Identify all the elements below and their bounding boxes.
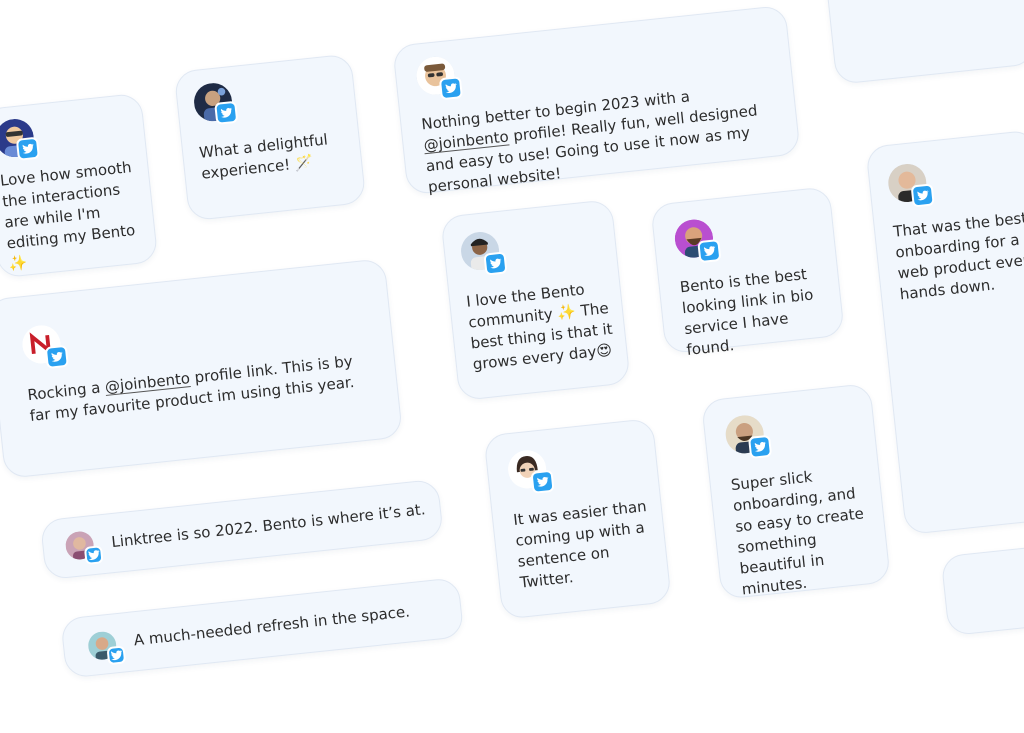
twitter-icon — [83, 545, 104, 565]
twitter-icon — [697, 238, 722, 264]
testimonial-card[interactable]: I love the Bento community ✨ The best th… — [440, 199, 631, 401]
twitter-icon — [15, 136, 40, 161]
testimonial-card[interactable]: Super slick onboarding, and so easy to c… — [700, 382, 891, 600]
testimonial-text: What a delightful experience! 🪄 — [198, 130, 329, 183]
testimonial-text: A much-needed refresh in the space. — [132, 602, 411, 650]
testimonial-card[interactable]: Nothing better to begin 2023 with a @joi… — [392, 4, 801, 197]
twitter-icon — [438, 76, 463, 101]
testimonial-text: It was easier than coming up with a sent… — [512, 497, 648, 592]
testimonial-card[interactable]: That was the best onboarding for a web p… — [865, 129, 1024, 536]
twitter-icon — [106, 645, 127, 666]
magic-wand-emoji: 🪄 — [293, 153, 315, 173]
testimonial-text: I love the Bento community ✨ The best th… — [465, 280, 614, 374]
testimonial-card[interactable]: It was easier than coming up with a sent… — [483, 417, 672, 620]
testimonial-text: Super slick onboarding, and so easy to c… — [729, 467, 865, 599]
testimonial-card[interactable]: A much-needed refresh in the space. — [60, 577, 465, 679]
twitter-icon — [747, 434, 773, 459]
twitter-icon — [483, 251, 508, 276]
heart-eyes-emoji: 😍 — [595, 340, 613, 361]
testimonial-text: Rocking a @joinbento profile link. This … — [26, 352, 356, 425]
twitter-icon — [214, 100, 239, 125]
sparkles-emoji: ✨ — [556, 302, 577, 323]
testimonial-text: Bento is the best looking link in bio se… — [679, 265, 815, 359]
testimonial-card[interactable]: What a delightful experience! 🪄 — [173, 53, 367, 222]
twitter-icon — [910, 183, 935, 208]
twitter-icon — [44, 344, 69, 369]
testimonial-card[interactable]: Linktree is so 2022. Bento is where it’s… — [39, 478, 444, 581]
testimonial-text: Nothing better to begin 2023 with a @joi… — [420, 87, 759, 197]
testimonial-card[interactable]: Love how smooth the interactions are whi… — [0, 92, 159, 279]
testimonial-text: Linktree is so 2022. Bento is where it’s… — [110, 500, 427, 552]
testimonial-card[interactable] — [940, 539, 1024, 637]
twitter-icon — [530, 469, 555, 494]
sparkles-emoji: ✨ — [7, 253, 29, 274]
testimonial-text: That was the best onboarding for a web p… — [892, 208, 1024, 304]
testimonial-card[interactable]: Bento is the best looking link in bio se… — [650, 186, 845, 359]
testimonial-text: Love how smooth the interactions are whi… — [0, 158, 137, 274]
testimonial-wall: Love how smooth the interactions are whi… — [0, 0, 1024, 679]
testimonial-card[interactable] — [825, 0, 1024, 85]
testimonial-card[interactable]: Rocking a @joinbento profile link. This … — [0, 258, 404, 479]
